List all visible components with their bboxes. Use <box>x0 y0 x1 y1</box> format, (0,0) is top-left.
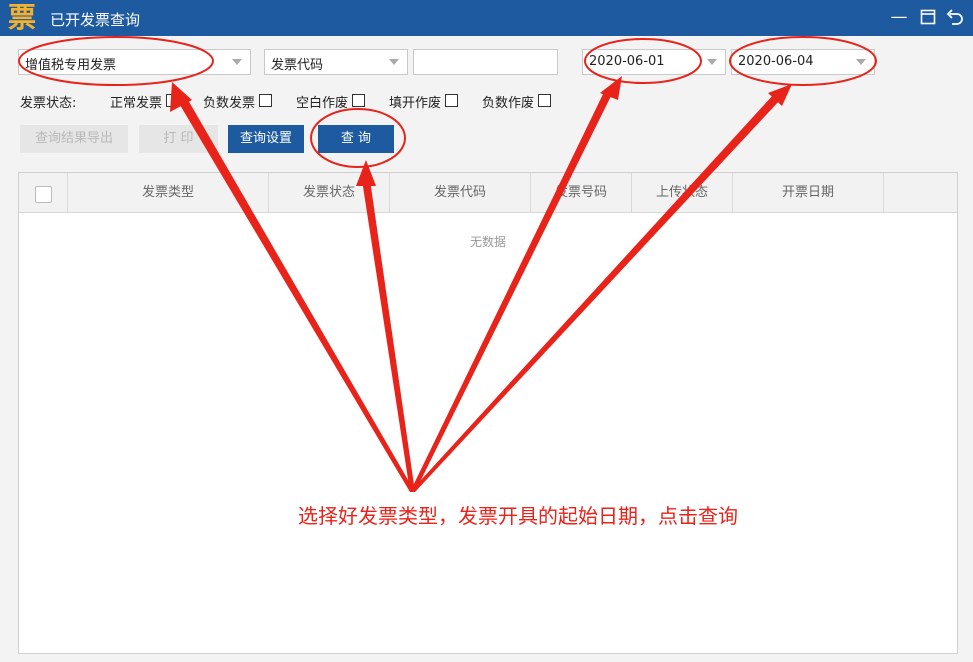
annotation-circle-query <box>310 108 406 168</box>
annotation-arrowhead <box>356 160 376 186</box>
annotation-circle-start-date <box>584 38 702 84</box>
annotation-overlay <box>18 36 877 492</box>
annotation-arrow-invoice-type <box>180 100 415 492</box>
annotation-caption: 选择好发票类型，发票开具的起始日期，点击查询 <box>298 504 738 528</box>
annotation-arrow-query <box>362 180 415 492</box>
annotation-circle-invoice-type <box>18 36 214 86</box>
annotation-circle-end-date <box>729 36 877 86</box>
annotation-arrow-end-date <box>410 94 780 492</box>
annotation-arrow-start-date <box>410 88 613 492</box>
